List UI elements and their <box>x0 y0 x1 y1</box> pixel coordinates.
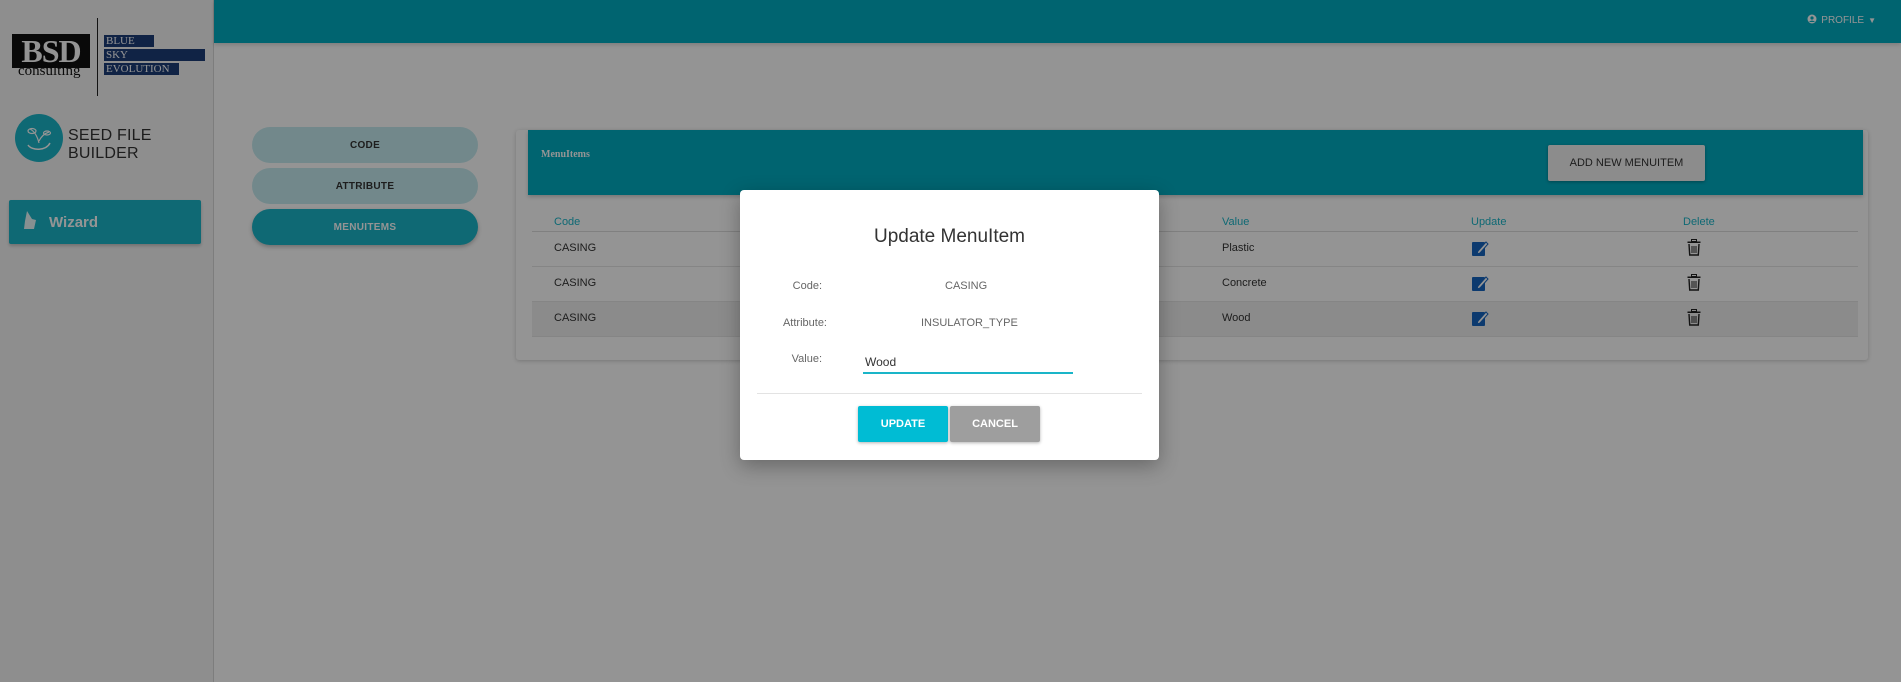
value-input[interactable] <box>863 352 1073 374</box>
code-value: CASING <box>945 280 988 292</box>
code-label: Code: <box>792 280 822 292</box>
cancel-button[interactable]: CANCEL <box>950 406 1040 442</box>
attribute-value: INSULATOR_TYPE <box>921 317 1018 329</box>
dialog-title: Update MenuItem <box>873 226 1026 247</box>
update-menuitem-dialog: Update MenuItem Code: CASING Attribute: … <box>740 190 1159 460</box>
update-button[interactable]: UPDATE <box>858 406 948 442</box>
value-label: Value: <box>791 353 822 365</box>
attribute-label: Attribute: <box>782 317 827 329</box>
dialog-divider <box>757 393 1142 394</box>
